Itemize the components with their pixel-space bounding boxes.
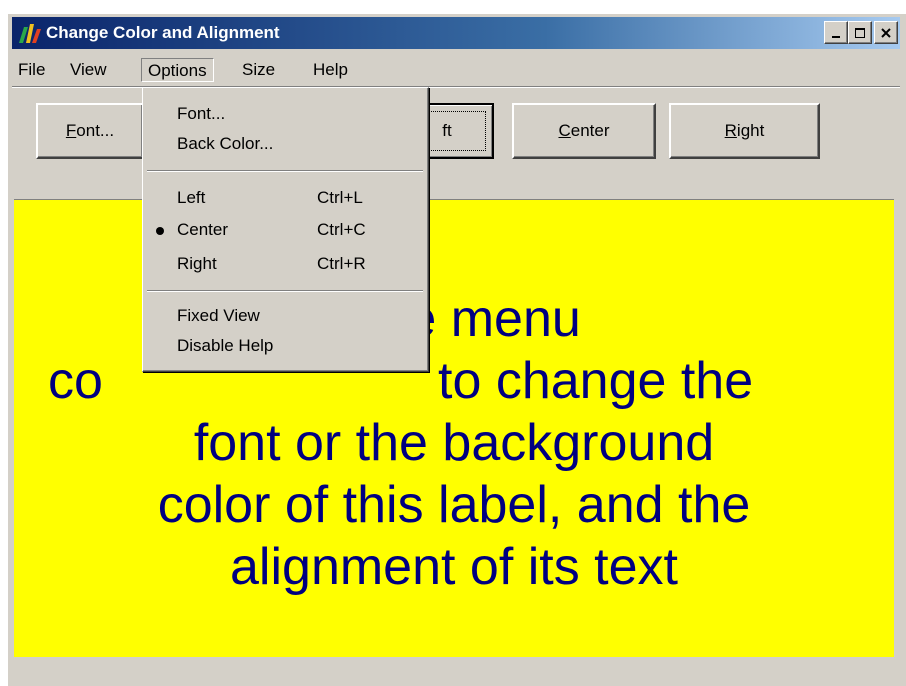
maximize-icon (855, 27, 865, 38)
close-button[interactable] (874, 21, 898, 44)
menu-item-right[interactable]: Right Ctrl+R (143, 250, 427, 280)
menu-help[interactable]: Help (307, 58, 354, 82)
menu-item-fixed-view[interactable]: Fixed View (143, 302, 427, 332)
label-line-3: font or the background (193, 413, 715, 472)
menu-item-disable-help[interactable]: Disable Help (143, 332, 427, 362)
close-icon (881, 27, 891, 38)
label-line-4: color of this label, and the (157, 475, 751, 534)
menu-size[interactable]: Size (236, 58, 281, 82)
menu-item-font[interactable]: Font... (143, 100, 427, 130)
menu-file[interactable]: File (12, 58, 51, 82)
menu-options[interactable]: Options (141, 58, 214, 82)
font-button[interactable]: Font... (36, 103, 144, 159)
options-dropdown-menu: Font... Back Color... Left Ctrl+L Center… (142, 87, 429, 372)
minimize-button[interactable] (824, 21, 848, 44)
menu-separator (147, 170, 423, 172)
menu-item-left[interactable]: Left Ctrl+L (143, 184, 427, 214)
title-bar[interactable]: Change Color and Alignment (12, 17, 900, 49)
menu-item-center[interactable]: Center Ctrl+C (143, 216, 427, 246)
app-icon (19, 24, 41, 43)
label-line-5: alignment of its text (230, 537, 678, 596)
menu-separator (147, 290, 423, 292)
center-button[interactable]: Center (512, 103, 656, 159)
maximize-button[interactable] (848, 21, 872, 44)
menu-bar: File View Options Size Help (12, 52, 900, 86)
right-button[interactable]: Right (669, 103, 820, 159)
menu-view[interactable]: View (64, 58, 113, 82)
menu-item-back-color[interactable]: Back Color... (143, 130, 427, 160)
minimize-icon (832, 35, 840, 38)
radio-check-icon (156, 227, 164, 235)
window-title: Change Color and Alignment (46, 23, 280, 42)
